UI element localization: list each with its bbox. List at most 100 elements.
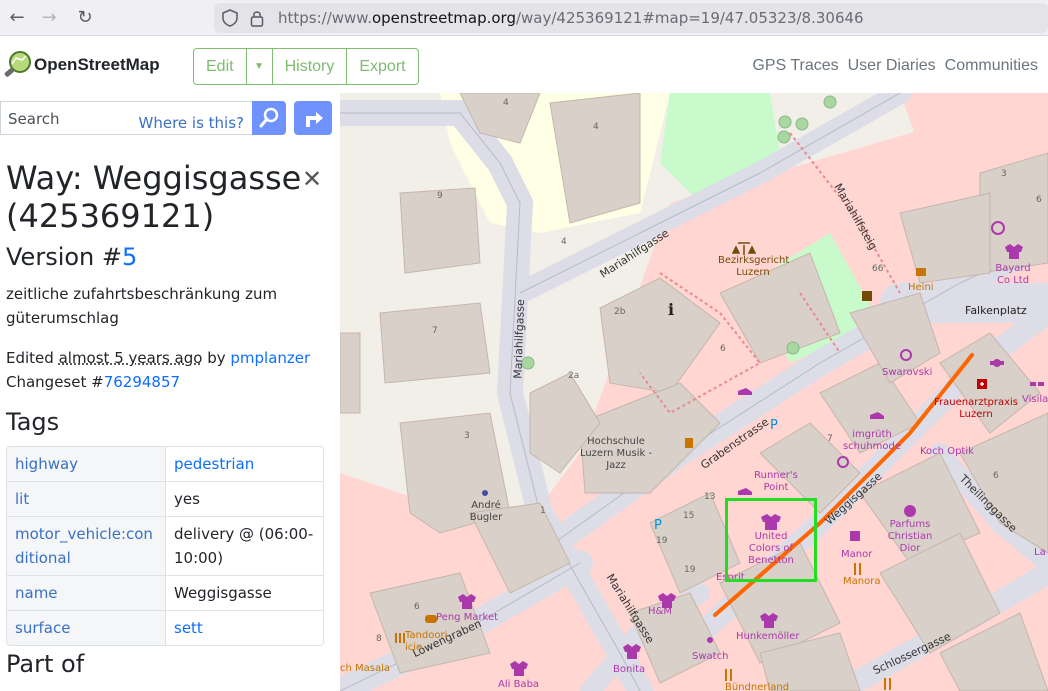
search-icon [259,107,279,128]
poi-visilab-label[interactable]: Visilal [1022,394,1048,406]
forward-arrow-icon[interactable]: → [36,6,62,30]
tag-key[interactable]: lit [7,482,166,517]
poi-la-label[interactable]: La [1034,547,1046,559]
poi-koch-label[interactable]: Koch Optik [920,446,974,458]
house-number: 13 [704,492,716,502]
communities-link[interactable]: Communities [945,57,1038,75]
where-is-this-link[interactable]: Where is this? [139,114,244,132]
version-heading: Version #5 [6,243,138,271]
map-tiles: P P i [340,93,1048,691]
poi-runners-label[interactable]: Runner's Point [750,470,802,494]
tag-value: Weggisgasse [166,576,323,611]
tag-key[interactable]: surface [7,611,166,645]
back-arrow-icon[interactable]: ← [4,6,30,30]
house-number: 9 [437,191,443,201]
address-bar[interactable]: https://www.openstreetmap.org/way/425369… [214,3,1048,33]
search-button[interactable] [252,101,286,135]
edit-button[interactable]: Edit [194,49,247,84]
house-number: 19 [656,536,668,546]
house-number: 4 [503,98,509,108]
poi-swarovski-label[interactable]: Swarovski [882,367,932,379]
poi-imgruth-label[interactable]: imgrüth schuhmode [842,429,902,453]
map-canvas[interactable]: P P i Mariahilfgasse Mariahilfgasse Mari… [340,93,1048,691]
tag-value[interactable]: pedestrian [166,447,323,482]
poi-bayard-label[interactable]: Bayard Co Ltd [990,263,1036,287]
version-link[interactable]: 5 [122,243,137,271]
poi-manor-label[interactable]: Manor [841,549,872,561]
osm-logo-icon[interactable] [2,50,32,80]
house-number: 2b [614,307,626,317]
tags-table: highway pedestrian lit yes motor_vehicle… [6,446,324,646]
house-number: 3 [1001,169,1007,179]
tag-key[interactable]: highway [7,447,166,482]
poi-clinic-label[interactable]: Frauenarztpraxis Luzern [928,397,1024,421]
search-placeholder: Search [8,110,60,128]
close-icon[interactable]: ✕ [302,165,322,193]
table-row: lit yes [7,482,323,517]
poi-masala-label[interactable]: ch Masala [340,663,390,675]
house-number: 19 [684,565,696,575]
page-title: Way: Weggisgasse (425369121) [6,159,306,235]
directions-button[interactable] [294,101,332,135]
house-number: 4 [561,237,567,247]
title-line-1: Way: Weggisgasse [6,159,302,197]
gps-traces-link[interactable]: GPS Traces [752,57,838,75]
poi-bundnerland-label[interactable]: Bündnerland [725,682,789,691]
poi-bonita-label[interactable]: Bonita [613,664,645,676]
edit-history-export-group: Edit ▼ History Export [193,48,419,85]
brand-name[interactable]: OpenStreetMap [34,55,160,75]
house-number: 15 [683,511,695,521]
search-bar: Search Where is this? [0,101,334,135]
edit-dropdown-caret-icon[interactable]: ▼ [247,49,273,84]
selection-highlight-box [725,498,817,582]
poi-peng-label[interactable]: Peng Market [436,612,498,624]
poi-school-label[interactable]: Hochschule Luzern Musik - Jazz [578,436,654,472]
search-input[interactable]: Search Where is this? [0,101,252,135]
house-number: 8 [376,634,382,644]
poi-alibaba-label[interactable]: Ali Baba [498,679,539,691]
browser-toolbar: ← → ↻ https://www.openstreetmap.org/way/… [0,0,1048,36]
tag-key[interactable]: motor_vehicle:conditional [7,517,166,576]
poi-swatch-label[interactable]: Swatch [692,651,728,663]
sidebar: Search Where is this? Way: Weggisgasse (… [0,93,340,691]
poi-cafe-label[interactable]: Heini [908,282,934,294]
poi-manora-label[interactable]: Manora [843,576,880,588]
tags-heading: Tags [6,408,60,436]
site-header: OpenStreetMap Edit ▼ History Export GPS … [0,37,1048,93]
poi-tandoori-label[interactable]: Tandoori icio [405,630,457,654]
house-number: 7 [827,434,833,444]
house-number: 6 [414,602,420,612]
table-row: highway pedestrian [7,447,323,482]
user-diaries-link[interactable]: User Diaries [848,57,936,75]
tag-value: delivery @ (06:00-10:00) [166,517,323,576]
poi-court-label[interactable]: Bezirksgericht Luzern [718,255,789,279]
poi-hm-label[interactable]: H&M [648,606,672,618]
table-row: name Weggisgasse [7,576,323,611]
house-number: 3 [464,431,470,441]
house-number: 6 [993,471,999,481]
tag-value[interactable]: sett [166,611,323,645]
edit-info: Edited almost 5 years ago by pmplanzer C… [6,349,311,391]
poi-hunkemoller-label[interactable]: Hunkemöller [736,631,799,643]
shield-icon [222,9,238,27]
house-number: 66 [872,264,884,274]
tag-value: yes [166,482,323,517]
house-number: 1 [540,506,546,516]
edited-time: almost 5 years ago [58,349,203,367]
directions-icon [306,112,323,127]
changeset-link[interactable]: 76294857 [104,373,180,391]
user-link[interactable]: pmplanzer [230,349,310,367]
history-button[interactable]: History [273,49,348,84]
tag-key[interactable]: name [7,576,166,611]
svg-text:P: P [654,518,662,533]
poi-andre-label[interactable]: André Bugler [464,500,508,524]
place-label: Falkenplatz [965,304,1027,317]
way-description: zeitliche zufahrtsbeschränkung zum güter… [6,285,278,327]
reload-icon[interactable]: ↻ [72,6,98,30]
house-number: 6 [720,344,726,354]
poi-parfums-label[interactable]: Parfums Christian Dior [880,519,940,555]
house-number: 6 [1036,195,1042,205]
export-button[interactable]: Export [347,49,417,84]
title-line-2: (425369121) [6,197,215,235]
house-number: 2a [568,371,580,381]
